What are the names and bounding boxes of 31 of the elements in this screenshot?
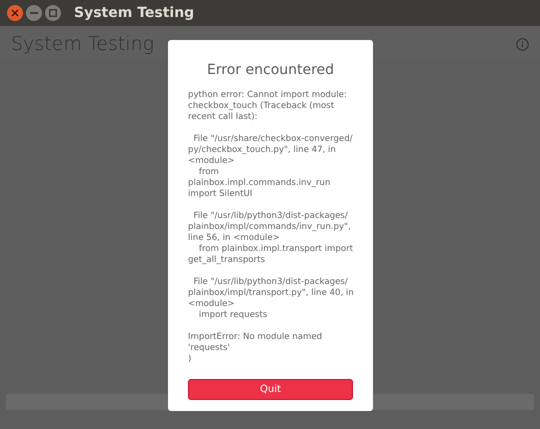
minimize-button[interactable]	[26, 5, 42, 21]
error-text-line: File "/usr/share/checkbox-converged/	[192, 134, 353, 145]
close-button[interactable]	[7, 5, 23, 21]
error-text-line: py/checkbox_touch.py", line 47, in	[188, 145, 337, 156]
error-text-line: File "/usr/lib/python3/dist-packages/	[192, 211, 349, 222]
error-text-line: plainbox.impl.commands.inv_run	[188, 178, 332, 189]
error-text-line: File "/usr/lib/python3/dist-packages/	[192, 277, 349, 288]
error-text-line: get_all_transports	[188, 255, 266, 266]
error-text-line: import requests	[198, 310, 268, 321]
error-text-line: 'requests'	[188, 343, 231, 354]
error-text-line: ImportError: No module named	[188, 332, 324, 343]
error-text-line: checkbox_touch (Traceback (most	[188, 101, 336, 112]
error-text-line: line 56, in <module>	[188, 233, 281, 244]
error-text-line: plainbox/impl/commands/inv_run.py",	[188, 222, 352, 233]
info-icon[interactable]	[516, 38, 529, 50]
maximize-button[interactable]	[45, 5, 61, 21]
error-text-line: from	[198, 167, 220, 178]
quit-button[interactable]: Quit	[188, 379, 353, 400]
window-title: System Testing	[74, 4, 194, 22]
dialog-title: Error encountered	[206, 61, 336, 80]
error-text-line: )	[188, 354, 192, 365]
error-text-line: recent call last):	[188, 112, 258, 123]
close-icon	[11, 9, 19, 17]
error-text-line: <module>	[188, 156, 236, 167]
error-text-line: plainbox/impl/transport.py", line 40, in	[188, 288, 353, 299]
maximize-icon	[49, 9, 57, 17]
error-text-line: <module>	[188, 299, 236, 310]
error-text-line: python error: Cannot import module:	[188, 90, 348, 101]
minimize-icon	[30, 12, 38, 14]
error-text-line: import SilentUI	[188, 189, 254, 200]
error-text-line: from plainbox.impl.transport import	[198, 244, 353, 255]
